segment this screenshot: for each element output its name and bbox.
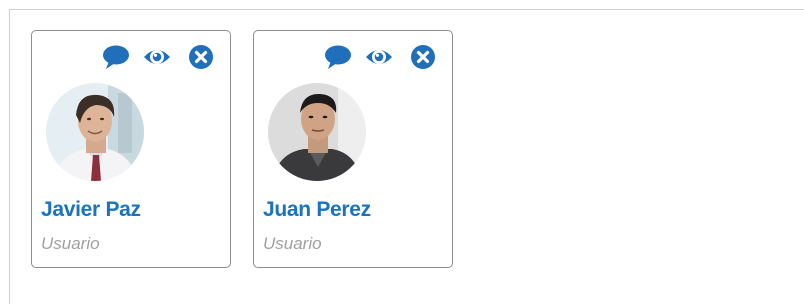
- user-card-actions: [102, 44, 222, 70]
- user-name[interactable]: Javier Paz: [41, 198, 141, 222]
- user-role: Usuario: [263, 234, 322, 253]
- avatar: [268, 83, 366, 181]
- user-card: Juan Perez Usuario: [253, 30, 453, 268]
- close-icon[interactable]: [409, 44, 437, 70]
- avatar: [46, 83, 144, 181]
- user-card: Javier Paz Usuario: [31, 30, 231, 268]
- user-card-actions: [324, 44, 444, 70]
- eye-icon[interactable]: [143, 44, 171, 70]
- chat-bubble-icon[interactable]: [102, 44, 130, 70]
- close-icon[interactable]: [187, 44, 215, 70]
- user-name[interactable]: Juan Perez: [263, 198, 371, 222]
- user-role: Usuario: [41, 234, 100, 253]
- chat-bubble-icon[interactable]: [324, 44, 352, 70]
- eye-icon[interactable]: [365, 44, 393, 70]
